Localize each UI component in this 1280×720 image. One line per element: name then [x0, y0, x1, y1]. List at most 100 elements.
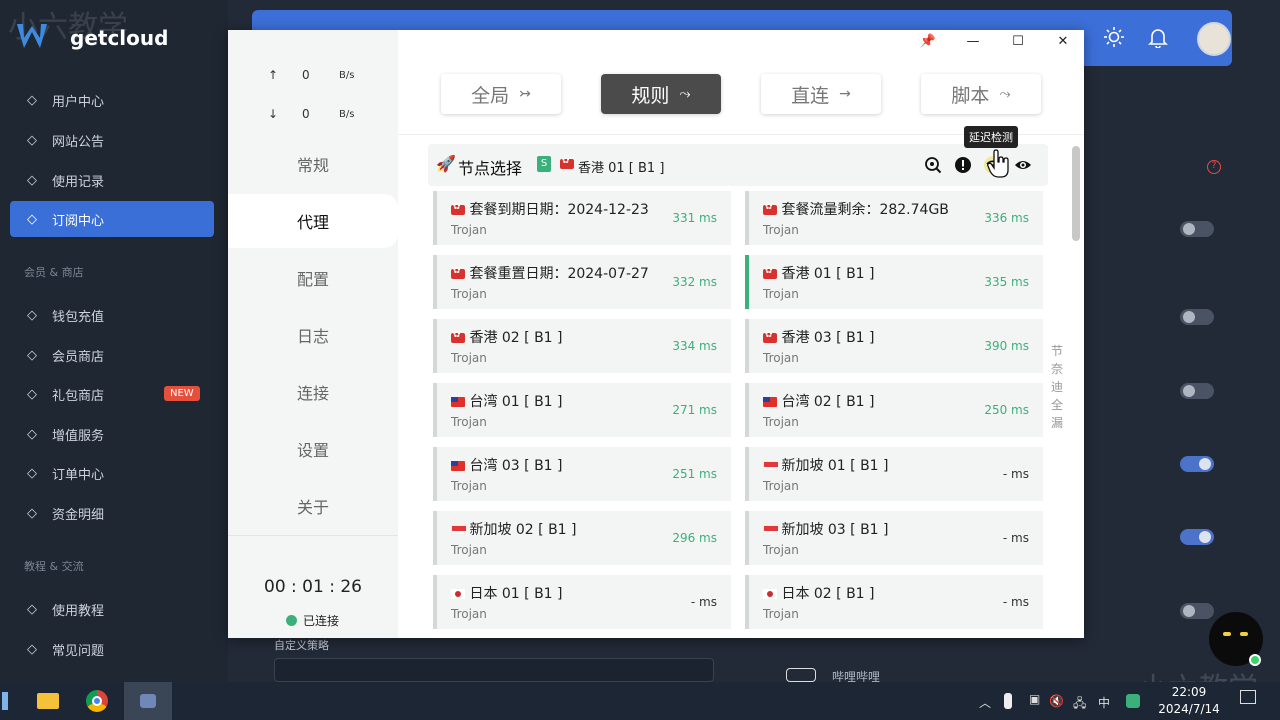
proxy-delay[interactable]: 331 ms	[672, 211, 717, 225]
proxy-delay[interactable]: 250 ms	[984, 403, 1029, 417]
proxy-name: 新加坡 01 [ B1 ]	[781, 458, 889, 474]
jp-flag-icon	[763, 589, 777, 599]
receipt-icon: ◇	[27, 465, 37, 481]
uptime-timer: 00 : 01 : 26	[264, 577, 362, 597]
proxy-card[interactable]: 香港 02 [ B1 ] Trojan 334 ms	[433, 319, 731, 373]
sidebar-item[interactable]: ◇ 订单中心	[10, 455, 214, 491]
chevron-up-icon[interactable]: ︿	[979, 694, 991, 711]
proxy-delay[interactable]: 271 ms	[672, 403, 717, 417]
grid-icon: ◇	[27, 426, 37, 442]
proxy-card[interactable]: 日本 01 [ B1 ] Trojan - ms	[433, 575, 731, 629]
proxy-card[interactable]: 套餐流量剩余：282.74GB Trojan 336 ms	[745, 191, 1043, 245]
proxy-card[interactable]: 套餐到期日期：2024-12-23 Trojan 331 ms	[433, 191, 731, 245]
toggle-switch[interactable]	[1180, 383, 1214, 399]
bell-icon[interactable]	[1147, 26, 1169, 48]
clash-taskbar-icon[interactable]	[124, 682, 172, 720]
minimize-button[interactable]: —	[963, 34, 983, 52]
custom-policy-input[interactable]	[274, 658, 714, 682]
pin-icon[interactable]: 📌	[918, 34, 938, 52]
proxy-group-header[interactable]: 🚀 节点选择 S 香港 01 [ B1 ]	[428, 144, 1048, 186]
proxy-delay[interactable]: 390 ms	[984, 339, 1029, 353]
sidebar-item[interactable]: ◇ 会员商店	[10, 337, 214, 373]
sidebar-item[interactable]: ◇ 订阅中心	[10, 201, 214, 237]
proxy-delay[interactable]: 332 ms	[672, 275, 717, 289]
logo-text: getcloud	[70, 26, 169, 50]
proxy-card[interactable]: 台湾 02 [ B1 ] Trojan 250 ms	[745, 383, 1043, 437]
proxy-name: 新加坡 03 [ B1 ]	[781, 522, 889, 538]
sidebar-item[interactable]: ◇ 资金明细	[10, 495, 214, 531]
toggle-switch[interactable]	[1180, 221, 1214, 237]
network-icon[interactable]: 🖧	[1073, 694, 1086, 715]
proxy-card[interactable]: 新加坡 01 [ B1 ] Trojan - ms	[745, 447, 1043, 501]
connection-status: 已连接	[286, 612, 339, 629]
sun-icon[interactable]	[1103, 26, 1125, 48]
proxy-card[interactable]: 香港 03 [ B1 ] Trojan 390 ms	[745, 319, 1043, 373]
sidebar-item[interactable]: ◇ 钱包充值	[10, 297, 214, 333]
close-button[interactable]: ✕	[1053, 34, 1073, 52]
proxy-delay[interactable]: 335 ms	[984, 275, 1029, 289]
maximize-button[interactable]: ☐	[1008, 34, 1028, 52]
proxy-card[interactable]: 香港 01 [ B1 ] Trojan 335 ms	[745, 255, 1043, 309]
mode-button-3[interactable]: 脚本 ⤳	[921, 74, 1041, 114]
mode-button-0[interactable]: 全局 ↣	[441, 74, 561, 114]
list-icon: ◇	[27, 505, 37, 521]
proxy-delay[interactable]: - ms	[1003, 467, 1029, 481]
proxy-delay[interactable]: 334 ms	[672, 339, 717, 353]
cart-icon: ◇	[27, 347, 37, 363]
wechat-tray-icon[interactable]	[1126, 694, 1140, 708]
proxy-delay[interactable]: - ms	[1003, 595, 1029, 609]
help-icon[interactable]: ?	[1207, 160, 1221, 174]
proxy-card[interactable]: 台湾 03 [ B1 ] Trojan 251 ms	[433, 447, 731, 501]
sidebar-item[interactable]: ◇ 常见问题	[10, 631, 214, 667]
rocket-icon: 🚀	[436, 154, 456, 173]
sidebar-item[interactable]: ◇ 使用教程	[10, 591, 214, 627]
clash-tray-icon[interactable]: ▣	[1029, 692, 1040, 706]
toggle-switch[interactable]	[1180, 456, 1214, 472]
proxy-delay[interactable]: - ms	[691, 595, 717, 609]
proxy-card[interactable]: 新加坡 03 [ B1 ] Trojan - ms	[745, 511, 1043, 565]
proxy-delay[interactable]: - ms	[1003, 531, 1029, 545]
nav-item-1[interactable]: 代理	[228, 194, 398, 248]
mode-button-1[interactable]: 规则 ⤳	[601, 74, 721, 114]
mode-button-2[interactable]: 直连 →	[761, 74, 881, 114]
eye-icon[interactable]	[1014, 156, 1032, 174]
alert-icon[interactable]	[954, 156, 972, 174]
toggle-switch[interactable]	[1180, 603, 1214, 619]
proxy-name: 新加坡 02 [ B1 ]	[469, 522, 577, 538]
toggle-switch[interactable]	[1180, 309, 1214, 325]
proxy-delay[interactable]: 251 ms	[672, 467, 717, 481]
nav-item-4[interactable]: 连接	[228, 365, 398, 419]
search-location-icon[interactable]	[924, 156, 942, 174]
proxy-card[interactable]: 套餐重置日期：2024-07-27 Trojan 332 ms	[433, 255, 731, 309]
ime-indicator[interactable]: 中	[1098, 694, 1110, 711]
sidebar-section-title: 会员 & 商店	[24, 266, 84, 279]
toggle-switch[interactable]	[1180, 529, 1214, 545]
nav-item-6[interactable]: 关于	[228, 479, 398, 533]
folder-icon[interactable]	[26, 682, 70, 720]
proxy-card[interactable]: 日本 02 [ B1 ] Trojan - ms	[745, 575, 1043, 629]
proxy-type: Trojan	[451, 479, 487, 493]
chrome-icon[interactable]	[76, 682, 120, 720]
proxy-card[interactable]: 台湾 01 [ B1 ] Trojan 271 ms	[433, 383, 731, 437]
proxy-type: Trojan	[763, 479, 799, 493]
proxy-delay[interactable]: 296 ms	[672, 531, 717, 545]
floating-assistant-icon[interactable]	[1209, 612, 1263, 666]
volume-muted-icon[interactable]: 🔇	[1049, 694, 1064, 708]
sidebar-item[interactable]: ◇ 增值服务	[10, 416, 214, 452]
sidebar-item[interactable]: ◇ 使用记录	[10, 162, 214, 198]
nav-item-5[interactable]: 设置	[228, 422, 398, 476]
proxy-name: 台湾 01 [ B1 ]	[469, 394, 563, 410]
mic-icon[interactable]	[1004, 693, 1012, 709]
nav-item-2[interactable]: 配置	[228, 251, 398, 305]
avatar[interactable]	[1197, 22, 1231, 56]
sidebar-item[interactable]: ◇ 用户中心	[10, 82, 214, 118]
taskbar-clock[interactable]: 22:09 2024/7/14	[1156, 684, 1222, 718]
proxy-card[interactable]: 新加坡 02 [ B1 ] Trojan 296 ms	[433, 511, 731, 565]
notification-icon[interactable]	[1240, 690, 1256, 704]
nav-item-0[interactable]: 常规	[228, 137, 398, 191]
nav-item-3[interactable]: 日志	[228, 308, 398, 362]
sg-flag-icon	[451, 525, 466, 535]
sidebar-item[interactable]: ◇ 网站公告	[10, 122, 214, 158]
proxy-delay[interactable]: 336 ms	[984, 211, 1029, 225]
scrollbar[interactable]	[1072, 146, 1080, 241]
